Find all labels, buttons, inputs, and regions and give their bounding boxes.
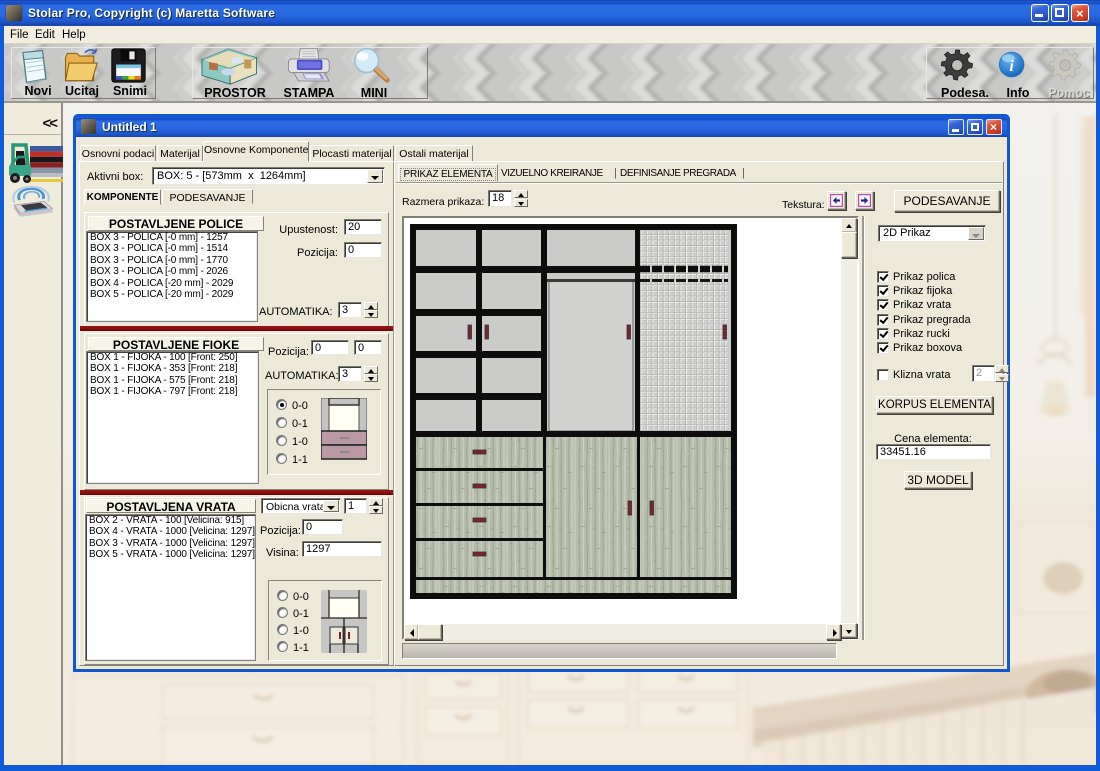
svg-text:i: i: [1009, 58, 1014, 75]
